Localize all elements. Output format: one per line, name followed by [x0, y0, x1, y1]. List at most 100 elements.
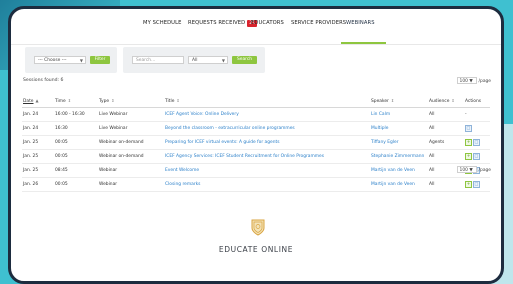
type-select[interactable]: All ▼ [188, 56, 228, 64]
cell-time: 16:00 - 16:30 [54, 107, 98, 122]
column-header-actions: Actions [464, 95, 490, 108]
table-row: Jan. 24 16:00 - 16:30 Live Webinar ICEF … [22, 107, 490, 122]
sort-icon: ⇕ [67, 98, 72, 103]
chevron-down-icon: ▼ [79, 58, 83, 63]
sessions-count: Sessions found: 6 [23, 78, 64, 83]
choose-select-value: --- Choose --- [38, 58, 67, 63]
cell-type: Webinar on-demand [98, 149, 164, 164]
per-page-control-top: 100 ▼/page [456, 77, 491, 84]
app-window: MY SCHEDULE REQUESTS RECEIVED 21 EDUCATOR… [8, 6, 504, 284]
column-header-title[interactable]: Title ⇕ [164, 95, 370, 108]
nav-educators[interactable]: EDUCATORS [251, 20, 284, 26]
add-icon[interactable]: + [465, 181, 472, 188]
nav-divider [11, 44, 501, 45]
per-page-value: 100 [459, 168, 468, 173]
view-icon[interactable]: □ [473, 139, 480, 146]
cell-type: Webinar on-demand [98, 135, 164, 150]
per-page-select[interactable]: 100 ▼ [456, 77, 477, 84]
per-page-suffix: /page [478, 168, 491, 173]
search-button[interactable]: Search [232, 56, 257, 64]
table-row: Jan. 25 00:05 Webinar on-demand ICEF Age… [22, 149, 490, 164]
cell-audience: All [428, 107, 464, 122]
per-page-suffix: /page [478, 79, 491, 84]
cell-audience: All [428, 177, 464, 192]
column-header-type[interactable]: Type ⇕ [98, 95, 164, 108]
cell-time: 16:30 [54, 121, 98, 136]
chevron-down-icon: ▼ [221, 58, 225, 63]
cell-actions: +□ [464, 135, 490, 150]
type-select-value: All [192, 58, 198, 63]
cell-actions: □ [464, 121, 490, 136]
table-row: Jan. 24 16:30 Live Webinar Beyond the cl… [22, 121, 490, 136]
add-icon[interactable]: + [465, 153, 472, 160]
search-placeholder: Search... [136, 58, 156, 63]
cell-title-link[interactable]: Preparing for ICEF virtual events: A gui… [164, 135, 370, 150]
search-input[interactable]: Search... [132, 56, 184, 64]
view-icon[interactable]: □ [465, 125, 472, 132]
cell-speaker-link[interactable]: Tiffany Egler [370, 135, 428, 150]
cell-date: Jan. 24 [22, 107, 54, 122]
educate-online-logo-icon [251, 219, 265, 236]
cell-type: Live Webinar [98, 107, 164, 122]
per-page-select[interactable]: 100 ▼ [456, 166, 477, 173]
cell-audience: All [428, 149, 464, 164]
cell-title-link[interactable]: ICEF Agent Voice: Online Delivery [164, 107, 370, 122]
sort-icon: ⇕ [390, 98, 395, 103]
table-row: Jan. 25 00:05 Webinar on-demand Preparin… [22, 135, 490, 150]
column-header-date[interactable]: Date ▲ [22, 95, 54, 108]
cell-date: Jan. 24 [22, 121, 54, 136]
per-page-control-bottom: 100 ▼/page [456, 166, 491, 173]
cell-speaker-link[interactable]: Stephanie Zimmermann [370, 149, 428, 164]
cell-speaker-link[interactable]: Lin Calm [370, 107, 428, 122]
cell-time: 00:05 [54, 135, 98, 150]
cell-date: Jan. 25 [22, 135, 54, 150]
sort-icon: ⇕ [451, 98, 455, 103]
sort-asc-icon: ▲ [35, 98, 39, 103]
sort-icon: ⇕ [111, 98, 115, 103]
cell-title-link[interactable]: ICEF Agency Services: ICEF Student Recru… [164, 149, 370, 164]
cell-speaker-link[interactable]: Martijn van de Veen [370, 163, 428, 178]
table-row: Jan. 25 08:45 Webinar Event Welcome Mart… [22, 163, 490, 178]
filter-panel: --- Choose --- ▼ Filter [25, 47, 117, 73]
cell-audience: All [428, 121, 464, 136]
nav-requests-label: REQUESTS RECEIVED [188, 20, 246, 26]
per-page-value: 100 [459, 79, 468, 84]
cell-title-link[interactable]: Closing remarks [164, 177, 370, 192]
table-row: Jan. 26 00:05 Webinar Closing remarks Ma… [22, 177, 490, 192]
educate-online-logo-text: EDUCATE ONLINE [218, 245, 294, 254]
choose-select[interactable]: --- Choose --- ▼ [34, 56, 86, 64]
cell-time: 00:05 [54, 149, 98, 164]
table-header-row: Date ▲ Time ⇕ Type ⇕ Title ⇕ Speaker ⇕ Audien… [22, 95, 490, 108]
cell-type: Live Webinar [98, 121, 164, 136]
cell-actions: +□ [464, 177, 490, 192]
cell-type: Webinar [98, 163, 164, 178]
webinars-table: Date ▲ Time ⇕ Type ⇕ Title ⇕ Speaker ⇕ Audien… [22, 95, 490, 192]
nav-webinars[interactable]: WEBINARS [346, 20, 375, 26]
nav-service-providers[interactable]: SERVICE PROVIDERS [291, 20, 346, 26]
cell-title-link[interactable]: Beyond the classroom - extracurricular o… [164, 121, 370, 136]
cell-title-link[interactable]: Event Welcome [164, 163, 370, 178]
sort-icon: ⇕ [176, 98, 180, 103]
top-nav: MY SCHEDULE REQUESTS RECEIVED 21 EDUCATOR… [11, 20, 501, 45]
cell-actions: - [464, 107, 490, 122]
nav-requests-received[interactable]: REQUESTS RECEIVED 21 [188, 20, 258, 27]
column-header-time[interactable]: Time ⇕ [54, 95, 98, 108]
view-icon[interactable]: □ [473, 181, 480, 188]
cell-audience: Agents [428, 135, 464, 150]
cell-actions: +□ [464, 149, 490, 164]
cell-type: Webinar [98, 177, 164, 192]
cell-date: Jan. 25 [22, 149, 54, 164]
filter-button[interactable]: Filter [90, 56, 110, 64]
column-header-speaker[interactable]: Speaker ⇕ [370, 95, 428, 108]
cell-time: 08:45 [54, 163, 98, 178]
cell-speaker-link[interactable]: Multiple [370, 121, 428, 136]
nav-my-schedule[interactable]: MY SCHEDULE [143, 20, 181, 26]
cell-time: 00:05 [54, 177, 98, 192]
cell-date: Jan. 26 [22, 177, 54, 192]
cell-speaker-link[interactable]: Martijn van de Veen [370, 177, 428, 192]
cell-date: Jan. 25 [22, 163, 54, 178]
view-icon[interactable]: □ [473, 153, 480, 160]
search-panel: Search... All ▼ Search [123, 47, 265, 73]
add-icon[interactable]: + [465, 139, 472, 146]
column-header-audience[interactable]: Audience ⇕ [428, 95, 464, 108]
